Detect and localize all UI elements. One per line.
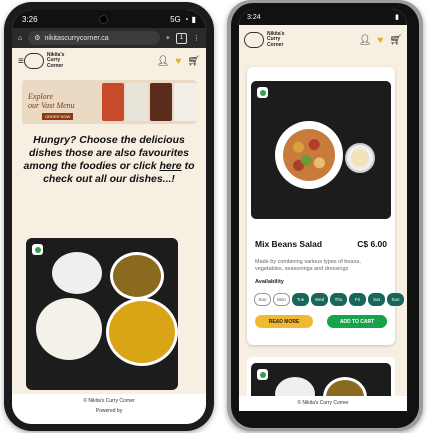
battery-icon: ▮: [395, 14, 399, 21]
availability-label: Availability: [255, 279, 284, 285]
banner-food-image: [126, 83, 148, 121]
dip-bowl: [345, 143, 375, 173]
network-label: 5G: [170, 14, 181, 24]
new-tab-icon[interactable]: +: [166, 35, 170, 42]
status-time: 3:24: [247, 13, 261, 21]
phone-left: 3:26 5G ◔ ▮ ⌂ ⚙ nikitascurrycorner.ca + …: [4, 2, 214, 431]
site-logo[interactable]: Nikita's Curry Corner: [23, 52, 64, 70]
rice-plate: [36, 298, 102, 360]
site-logo[interactable]: Nikita's Curry Corner: [244, 31, 285, 49]
product-description: Made by combining various types of beans…: [255, 259, 361, 272]
menu-banner[interactable]: Explore our Vast Menu ORDER NOW: [22, 80, 196, 124]
status-time: 3:26: [22, 14, 38, 24]
day-pill: Sat: [368, 293, 385, 306]
tab-switcher-button[interactable]: 1: [176, 32, 187, 44]
raita-bowl: [52, 252, 102, 294]
salad-plate: [275, 121, 343, 189]
heart-icon[interactable]: ♥: [175, 56, 181, 67]
dish-card[interactable]: [26, 238, 178, 390]
cart-icon[interactable]: 🛒︎: [187, 56, 200, 67]
camera-icon: [99, 14, 109, 24]
product-price: C$ 6.00: [357, 239, 387, 249]
day-pill: Sun: [387, 293, 404, 306]
order-now-button[interactable]: ORDER NOW: [42, 113, 74, 120]
here-link[interactable]: here: [159, 160, 181, 172]
headline-text: Hungry? Choose the delicious dishes thos…: [23, 134, 195, 185]
site-settings-icon[interactable]: ⚙: [34, 34, 40, 42]
day-pill: Mon: [273, 293, 290, 306]
battery-icon: ▮: [191, 14, 196, 24]
day-pill: Fri: [349, 293, 366, 306]
banner-food-image: [150, 83, 172, 121]
logo-cloud-icon: [23, 53, 44, 69]
status-bar: 3:26 5G ◔ ▮: [12, 10, 206, 28]
user-icon[interactable]: 👤︎: [157, 56, 170, 67]
home-icon[interactable]: ⌂: [18, 35, 22, 42]
menu-icon[interactable]: ⋮: [193, 34, 200, 42]
day-pill: Wed: [311, 293, 328, 306]
banner-food-image: [174, 83, 196, 121]
url-text: nikitascurrycorner.ca: [44, 34, 109, 42]
left-screen: 3:26 5G ◔ ▮ ⌂ ⚙ nikitascurrycorner.ca + …: [12, 10, 206, 424]
site-footer: © Nikita's Curry Corner: [239, 396, 407, 411]
user-icon[interactable]: 👤︎: [359, 35, 372, 46]
day-pill: Sun: [254, 293, 271, 306]
site-navbar: Nikita's Curry Corner 👤︎ ♥ 🛒︎: [239, 25, 407, 55]
phone-right: 3:24 ▮ Nikita's Curry Corner 👤︎ ♥ 🛒︎ Mix…: [227, 0, 423, 431]
site-footer: © Nikita's Curry Corner Powered by: [12, 394, 206, 424]
veg-indicator-icon: [257, 87, 268, 98]
url-field[interactable]: ⚙ nikitascurrycorner.ca: [28, 31, 160, 45]
browser-bar: ⌂ ⚙ nikitascurrycorner.ca + 1 ⋮: [12, 28, 206, 48]
status-bar: 3:24 ▮: [239, 9, 407, 25]
day-pill: Tue: [292, 293, 309, 306]
day-pill: Thu: [330, 293, 347, 306]
product-name: Mix Beans Salad: [255, 239, 323, 249]
banner-food-image: [102, 83, 124, 121]
heart-icon[interactable]: ♥: [377, 35, 383, 46]
curry-bowl: [110, 252, 164, 300]
veg-indicator-icon: [257, 369, 268, 380]
availability-days: Sun Mon Tue Wed Thu Fri Sat Sun: [254, 293, 404, 306]
dal-bowl: [106, 298, 178, 366]
product-card[interactable]: Mix Beans Salad C$ 6.00 Made by combinin…: [247, 67, 404, 345]
site-navbar: ≡ Nikita's Curry Corner 👤︎ ♥ 🛒︎: [12, 48, 206, 74]
wifi-icon: ◔: [183, 14, 189, 24]
cart-icon[interactable]: 🛒︎: [389, 35, 402, 46]
logo-cloud-icon: [244, 32, 264, 48]
veg-indicator-icon: [32, 244, 43, 255]
add-to-cart-button[interactable]: ADD TO CART: [327, 315, 387, 328]
product-image: [251, 81, 391, 219]
read-more-button[interactable]: READ MORE: [255, 315, 313, 328]
right-screen: 3:24 ▮ Nikita's Curry Corner 👤︎ ♥ 🛒︎ Mix…: [239, 9, 407, 411]
